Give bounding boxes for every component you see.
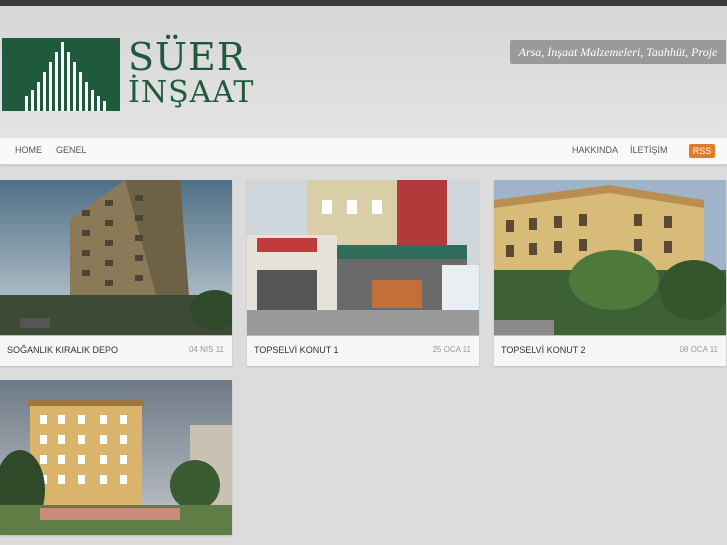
nav-iletisim[interactable]: İLETİŞİM <box>630 145 668 155</box>
logo-line2: İNŞAAT <box>128 75 255 110</box>
nav-hakkinda[interactable]: HAKKINDA <box>572 145 618 155</box>
post-caption: TOPSELVİ KONUT 2 08 OCA 11 <box>494 335 726 366</box>
post-title[interactable]: TOPSELVİ KONUT 1 <box>254 345 339 355</box>
post-thumbnail-3[interactable] <box>494 180 726 335</box>
post-caption: TOPSELVİ KONUT 1 25 OCA 11 <box>247 335 479 366</box>
nav-home[interactable]: HOME <box>15 145 42 155</box>
post-date: 04 NIS 11 <box>189 345 224 354</box>
main-nav: HOME GENEL HAKKINDA İLETİŞİM <box>0 138 727 165</box>
post-title[interactable]: TOPSELVİ KONUT 2 <box>501 345 586 355</box>
logo-line1: SÜER <box>128 35 247 79</box>
post-thumbnail-1[interactable] <box>0 180 232 335</box>
post-date: 08 OCA 11 <box>679 345 718 354</box>
post-date: 25 OCA 11 <box>432 345 471 354</box>
rss-button[interactable]: RSS <box>689 144 715 158</box>
logo-graph-icon[interactable] <box>2 38 120 111</box>
tagline: Arsa, İnşaat Malzemeleri, Taahhüt, Proje <box>510 40 726 64</box>
post-card[interactable]: TOPSELVİ KONUT 1 25 OCA 11 <box>247 180 479 366</box>
post-card[interactable] <box>0 380 232 535</box>
post-card[interactable]: TOPSELVİ KONUT 2 08 OCA 11 <box>494 180 726 366</box>
post-thumbnail-2[interactable] <box>247 180 479 335</box>
logo-text[interactable]: SÜER İNŞAAT <box>128 38 254 108</box>
post-caption: SOĞANLIK KIRALIK DEPO 04 NIS 11 <box>0 335 232 366</box>
post-title[interactable]: SOĞANLIK KIRALIK DEPO <box>7 345 118 355</box>
nav-genel[interactable]: GENEL <box>56 145 87 155</box>
post-thumbnail-4[interactable] <box>0 380 232 535</box>
post-card[interactable]: SOĞANLIK KIRALIK DEPO 04 NIS 11 <box>0 180 232 366</box>
